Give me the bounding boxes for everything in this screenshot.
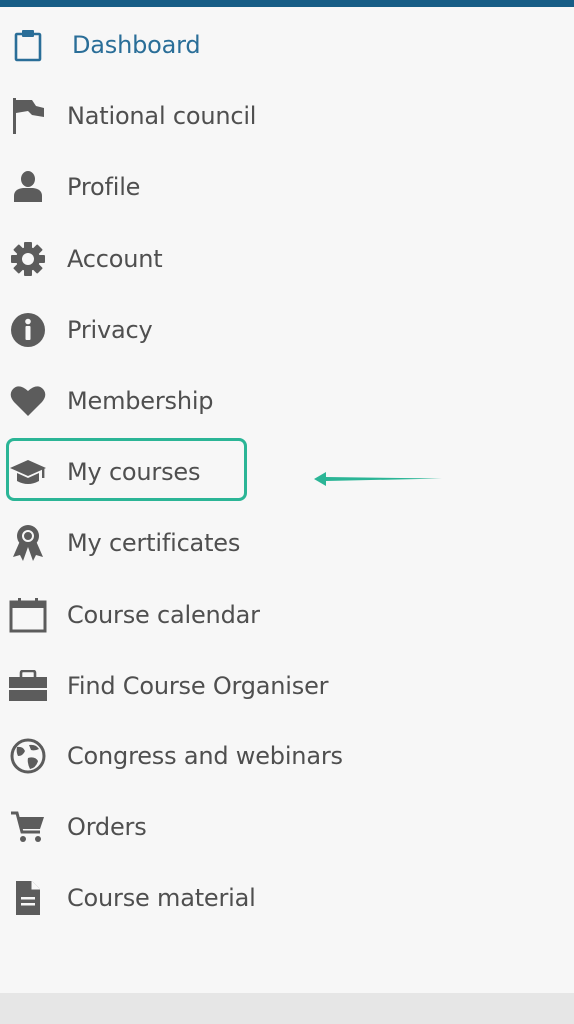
sidebar-item-privacy[interactable]: Privacy bbox=[0, 300, 420, 360]
sidebar-item-label: Congress and webinars bbox=[67, 742, 343, 770]
sidebar-item-profile[interactable]: Profile bbox=[0, 157, 420, 217]
globe-icon bbox=[8, 736, 48, 776]
sidebar-item-membership[interactable]: Membership bbox=[0, 371, 420, 431]
sidebar-item-orders[interactable]: Orders bbox=[0, 797, 420, 857]
calendar-icon bbox=[8, 595, 48, 635]
sidebar-item-label: Find Course Organiser bbox=[67, 672, 329, 700]
sidebar-item-label: Privacy bbox=[67, 316, 153, 344]
sidebar-item-label: Account bbox=[67, 245, 163, 273]
user-icon bbox=[8, 167, 48, 207]
heart-icon bbox=[8, 381, 48, 421]
sidebar-item-congress-and-webinars[interactable]: Congress and webinars bbox=[0, 726, 420, 786]
sidebar-item-dashboard[interactable]: Dashboard bbox=[0, 15, 420, 75]
sidebar-item-account[interactable]: Account bbox=[0, 229, 420, 289]
sidebar-item-course-calendar[interactable]: Course calendar bbox=[0, 585, 420, 645]
clipboard-icon bbox=[8, 25, 48, 65]
sidebar-item-label: My certificates bbox=[67, 529, 241, 557]
sidebar-item-my-certificates[interactable]: My certificates bbox=[0, 513, 420, 573]
sidebar-item-course-material[interactable]: Course material bbox=[0, 868, 420, 928]
sidebar-item-label: Course material bbox=[67, 884, 256, 912]
sidebar-item-label: National council bbox=[67, 102, 257, 130]
gear-icon bbox=[8, 239, 48, 279]
sidebar-item-label: My courses bbox=[67, 458, 201, 486]
sidebar-item-label: Membership bbox=[67, 387, 214, 415]
sidebar-item-national-council[interactable]: National council bbox=[0, 86, 420, 146]
graduation-cap-icon bbox=[8, 452, 48, 492]
info-icon bbox=[8, 310, 48, 350]
sidebar-item-label: Profile bbox=[67, 173, 141, 201]
sidebar-item-label: Dashboard bbox=[72, 31, 201, 59]
flag-icon bbox=[8, 96, 48, 136]
sidebar-item-find-course-organiser[interactable]: Find Course Organiser bbox=[0, 656, 420, 716]
top-accent-bar bbox=[0, 0, 574, 7]
sidebar-item-label: Orders bbox=[67, 813, 147, 841]
document-icon bbox=[8, 878, 48, 918]
briefcase-icon bbox=[8, 666, 48, 706]
award-ribbon-icon bbox=[8, 523, 48, 563]
bottom-strip bbox=[0, 993, 574, 1024]
pointer-arrow-icon bbox=[314, 472, 442, 486]
sidebar-item-label: Course calendar bbox=[67, 601, 260, 629]
shopping-cart-icon bbox=[8, 807, 48, 847]
